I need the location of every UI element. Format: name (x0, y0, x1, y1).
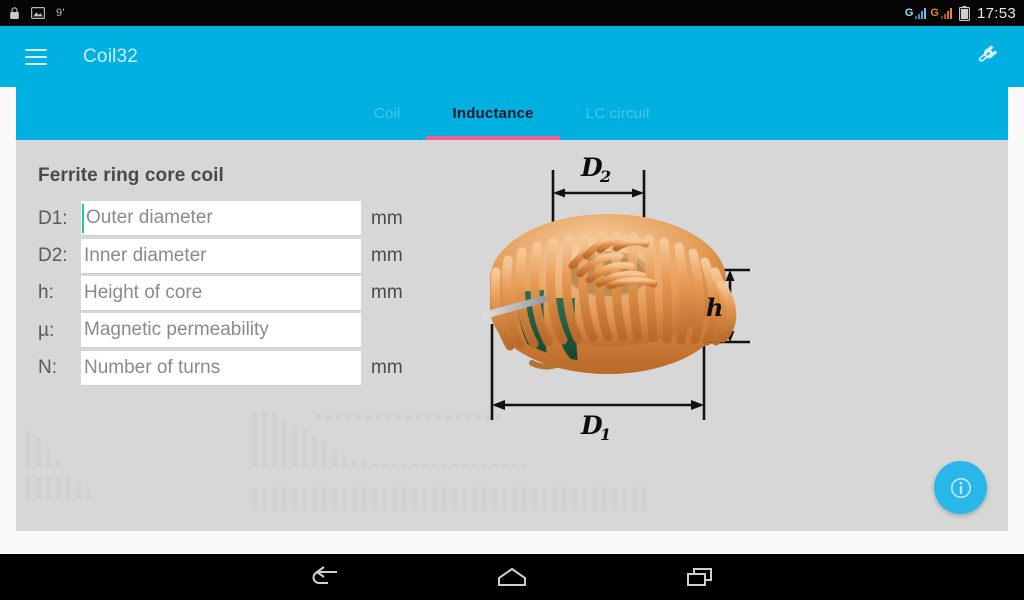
field-wrapper-n[interactable] (81, 350, 361, 386)
page-title: Ferrite ring core coil (38, 165, 224, 186)
field-row-h: h: mm (24, 275, 424, 312)
label-d1-sub: 1 (600, 425, 611, 442)
nav-back-button[interactable] (289, 554, 359, 600)
battery-icon (959, 5, 970, 21)
field-wrapper-d2[interactable] (81, 238, 361, 274)
calculator-body: Ferrite ring core coil D1: mm D2: (16, 140, 1008, 531)
status-bar-left: 9' (0, 6, 65, 20)
field-wrapper-mu[interactable] (81, 313, 361, 349)
toroid-body (482, 214, 737, 374)
input-form: D1: mm D2: mm h: (24, 200, 424, 387)
field-label-d2: D2: (38, 245, 68, 267)
device-screen: 9' G G 17:53 Coil32 Coil Inductance LC c… (0, 0, 1024, 600)
tab-inductance-label: Inductance (452, 105, 534, 122)
field-label-mu: µ: (38, 319, 55, 341)
inner-diameter-input[interactable] (81, 238, 361, 273)
nav-home-button[interactable] (477, 554, 547, 600)
height-of-core-input[interactable] (81, 275, 361, 310)
sim1-signal-icon: G (904, 6, 927, 19)
field-unit-d2: mm (371, 245, 403, 267)
wrench-icon[interactable] (974, 40, 1002, 73)
status-bar-right: G G 17:53 (905, 5, 1024, 22)
field-label-d1: D1: (38, 207, 68, 229)
sim2-network-label: G (930, 6, 939, 19)
hamburger-menu-icon[interactable] (25, 48, 47, 65)
tab-inductance[interactable]: Inductance (426, 87, 560, 140)
label-h: h (706, 293, 723, 322)
home-icon (498, 567, 526, 586)
tab-coil[interactable]: Coil (348, 87, 427, 140)
back-icon (312, 566, 337, 584)
sim1-network-label: G (904, 6, 914, 19)
sim2-signal-icon: G (930, 6, 952, 19)
field-label-n: N: (38, 357, 57, 379)
field-unit-h: mm (371, 282, 403, 304)
label-d2-sub: 2 (599, 167, 611, 186)
field-wrapper-h[interactable] (81, 275, 361, 311)
ferrite-toroid-coil-diagram: D 2 D 1 h (482, 153, 750, 442)
field-label-h: h: (38, 282, 54, 304)
app-bar: Coil32 (0, 26, 1024, 87)
field-unit-n: mm (371, 357, 403, 379)
tab-bar: Coil Inductance LC circuit (16, 87, 1008, 140)
content-card: Coil Inductance LC circuit Ferrite ring … (16, 87, 1008, 531)
status-bar-clock: 17:53 (976, 4, 1016, 22)
android-status-bar: 9' G G 17:53 (0, 0, 1024, 26)
magnetic-permeability-input[interactable] (81, 313, 361, 348)
field-row-d2: D2: mm (24, 237, 424, 274)
field-row-n: N: mm (24, 350, 424, 387)
screenshot-icon (31, 7, 46, 20)
outer-diameter-input[interactable] (81, 201, 361, 236)
field-row-d1: D1: mm (24, 200, 424, 237)
field-wrapper-d1[interactable] (81, 201, 361, 237)
android-navigation-bar (0, 554, 1024, 600)
text-cursor (82, 204, 84, 234)
tab-coil-label: Coil (373, 105, 401, 122)
field-row-mu: µ: (24, 312, 424, 349)
recents-icon (687, 568, 712, 586)
lock-icon (9, 6, 20, 20)
info-fab-button[interactable] (934, 461, 987, 514)
app-title: Coil32 (83, 45, 139, 67)
info-icon (950, 477, 971, 498)
number-of-turns-input[interactable] (81, 350, 361, 385)
tab-lc-circuit-label: LC circuit (585, 105, 651, 122)
tab-lc-circuit[interactable]: LC circuit (560, 87, 677, 140)
field-unit-d1: mm (371, 207, 403, 229)
nav-recents-button[interactable] (665, 554, 735, 600)
temperature-label: 9' (56, 7, 65, 19)
